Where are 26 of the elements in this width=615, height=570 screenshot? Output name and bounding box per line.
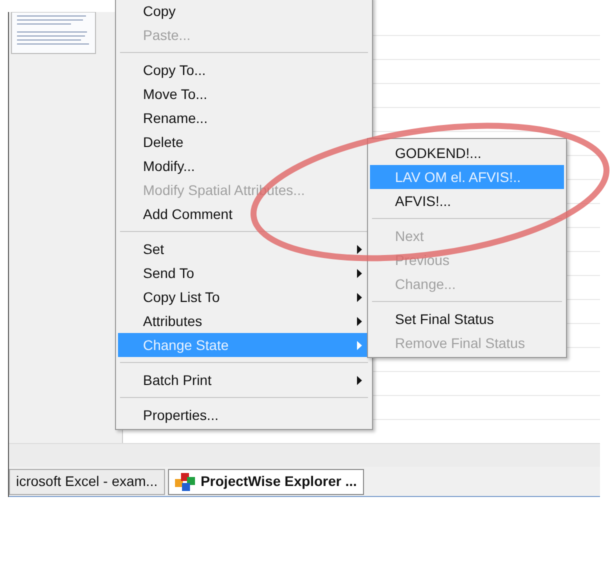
app-icon [174, 472, 195, 490]
menu-item[interactable]: Set [118, 237, 370, 261]
document-thumbnail[interactable] [11, 12, 96, 54]
menu-item[interactable]: Properties... [118, 403, 370, 427]
menu-item[interactable]: Add Comment [118, 202, 370, 226]
menu-item[interactable]: Send To [118, 261, 370, 285]
menu-item[interactable]: Attributes [118, 309, 370, 333]
menu-item[interactable]: GODKEND!... [370, 141, 564, 165]
menu-item[interactable]: Copy List To [118, 285, 370, 309]
taskbar-button[interactable]: ProjectWise Explorer ... [168, 468, 364, 494]
submenu-arrow-icon [357, 245, 362, 254]
submenu-arrow-icon [357, 317, 362, 326]
submenu-arrow-icon [357, 293, 362, 302]
taskbar-button[interactable]: icrosoft Excel - exam... [9, 468, 165, 494]
menu-item[interactable]: Batch Print [118, 368, 370, 392]
menu-item[interactable]: Move To... [118, 82, 370, 106]
menu-item[interactable]: Delete [118, 130, 370, 154]
submenu-arrow-icon [357, 376, 362, 385]
menu-item[interactable]: Set Final Status [370, 307, 564, 331]
submenu-arrow-icon [357, 269, 362, 278]
menu-item[interactable]: Copy [118, 0, 370, 23]
menu-item[interactable]: Modify... [118, 154, 370, 178]
submenu-arrow-icon [357, 341, 362, 350]
menu-item[interactable]: AFVIS!... [370, 189, 564, 213]
menu-item[interactable]: Copy To... [118, 58, 370, 82]
menu-item[interactable]: Rename... [118, 106, 370, 130]
